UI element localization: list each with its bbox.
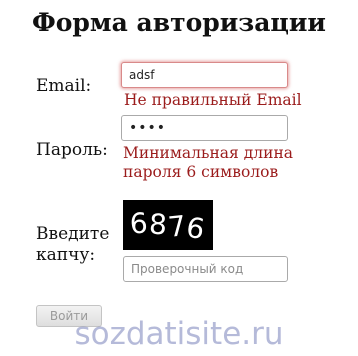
captcha-label: Введите капчу: <box>36 224 110 265</box>
captcha-input[interactable] <box>123 256 288 282</box>
form-title: Форма авторизации <box>32 8 326 37</box>
email-label: Email: <box>36 76 92 96</box>
login-button[interactable]: Войти <box>36 305 102 327</box>
email-field[interactable] <box>121 62 288 88</box>
password-field[interactable] <box>121 115 288 141</box>
password-label: Пароль: <box>36 140 108 160</box>
password-error-message: Минимальная длина пароля 6 символов <box>123 144 294 181</box>
email-error-message: Не правильный Email <box>124 91 302 109</box>
captcha-image: 6 8 7 6 <box>123 200 213 250</box>
login-page: Форма авторизации Email: Не правильный E… <box>0 0 358 356</box>
captcha-digit: 6 <box>129 205 151 241</box>
captcha-digit: 6 <box>183 210 208 246</box>
